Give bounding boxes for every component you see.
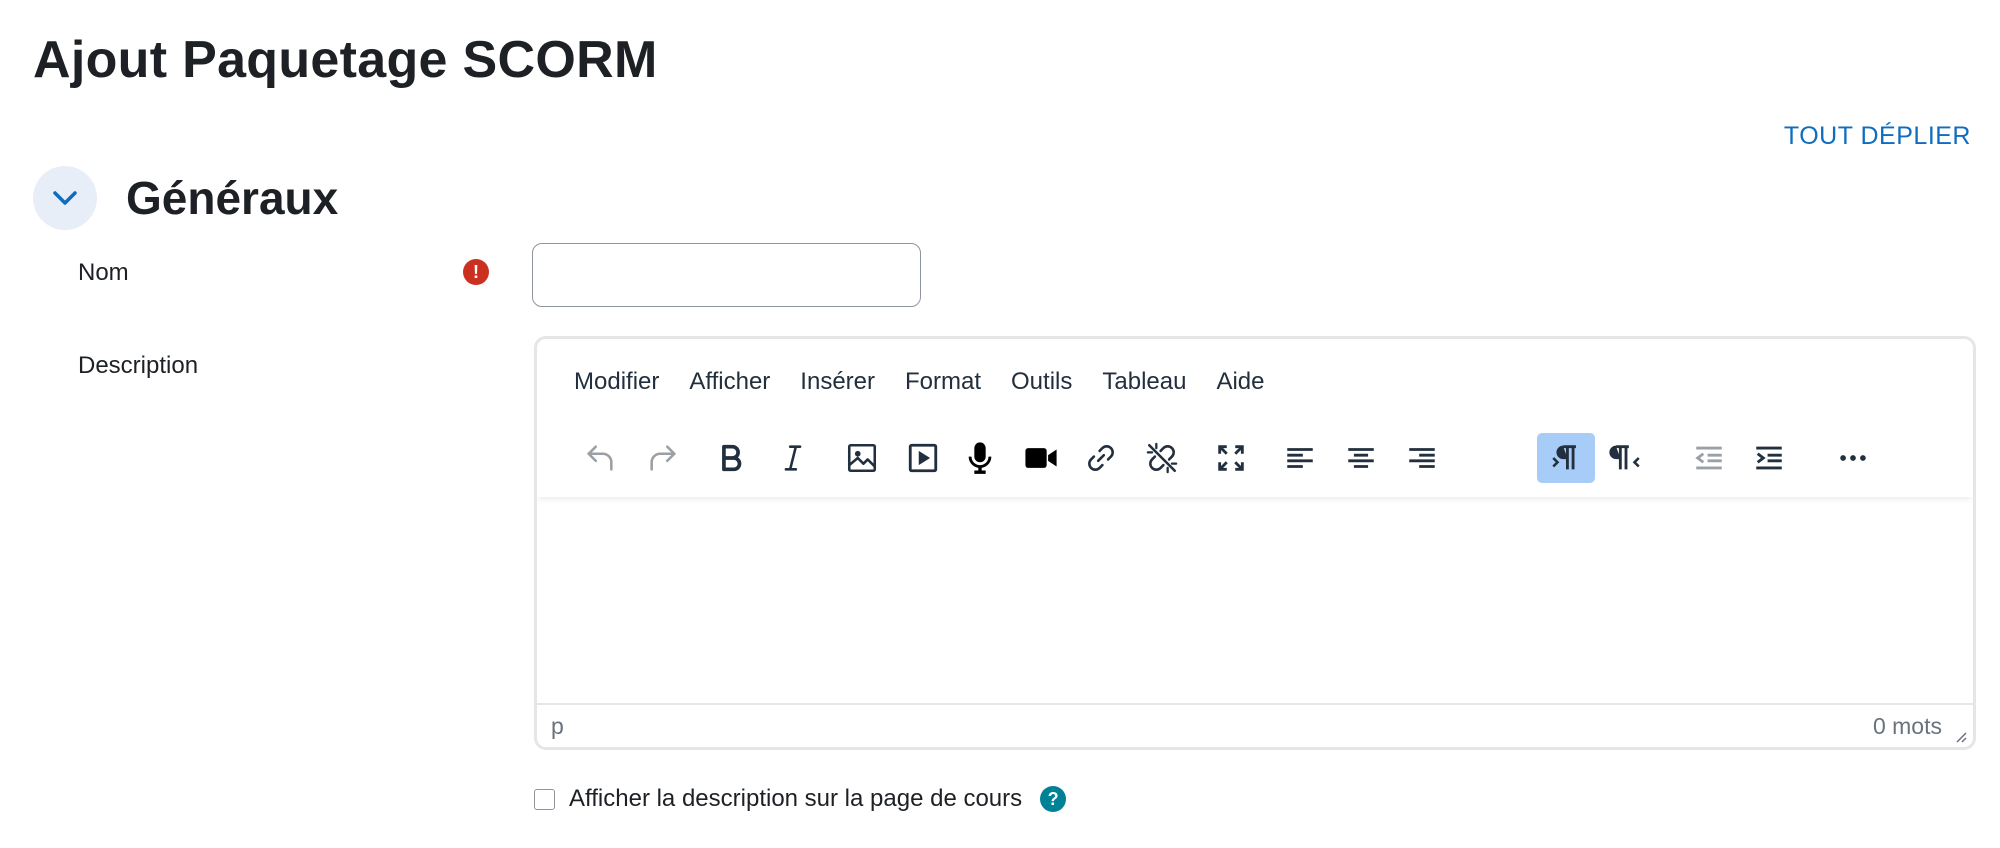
question-circle-icon[interactable]: ? — [1040, 786, 1067, 812]
more-icon — [1840, 455, 1866, 461]
align-center-icon — [1348, 448, 1374, 468]
element-path[interactable]: p — [551, 713, 564, 740]
link-icon — [1088, 445, 1114, 471]
italic-icon — [784, 445, 802, 471]
section-title: Généraux — [126, 172, 339, 224]
italic-button[interactable] — [764, 433, 822, 483]
undo-button[interactable] — [571, 433, 629, 483]
align-left-icon — [1287, 448, 1313, 468]
more-button[interactable] — [1824, 433, 1882, 483]
record-audio-button[interactable] — [951, 433, 1009, 483]
align-left-button[interactable] — [1271, 433, 1329, 483]
align-right-icon — [1409, 448, 1435, 468]
microphone-icon — [968, 442, 992, 474]
align-right-button[interactable] — [1393, 433, 1451, 483]
editor-content-area[interactable] — [537, 499, 1973, 707]
media-icon — [908, 443, 938, 473]
record-video-button[interactable] — [1012, 433, 1070, 483]
menu-afficher[interactable]: Afficher — [689, 368, 770, 396]
image-icon — [847, 443, 877, 473]
editor-statusbar: p 0 mots — [537, 703, 1973, 747]
unlink-button[interactable] — [1133, 433, 1191, 483]
ltr-icon — [1552, 445, 1576, 470]
fullscreen-button[interactable] — [1202, 433, 1260, 483]
chevron-down-icon — [53, 191, 77, 205]
menu-outils[interactable]: Outils — [1011, 368, 1072, 396]
menu-aide[interactable]: Aide — [1216, 368, 1264, 396]
show-description-row: Afficher la description sur la page de c… — [534, 785, 1067, 813]
section-collapse-button[interactable] — [33, 166, 97, 230]
indent-button[interactable] — [1740, 433, 1798, 483]
link-button[interactable] — [1072, 433, 1130, 483]
editor-toolbar — [537, 425, 1973, 497]
page-title: Ajout Paquetage SCORM — [33, 31, 658, 89]
resize-handle-icon[interactable] — [1951, 727, 1967, 743]
editor-menubar: Modifier Afficher Insérer Format Outils … — [537, 339, 1295, 425]
rtl-button[interactable] — [1597, 433, 1655, 483]
description-label: Description — [78, 352, 199, 379]
rtl-icon — [1609, 445, 1640, 470]
exclamation-circle-icon: ! — [463, 259, 489, 285]
undo-icon — [587, 445, 613, 471]
name-input[interactable] — [532, 243, 921, 307]
outdent-button[interactable] — [1680, 433, 1738, 483]
fullscreen-icon — [1218, 445, 1244, 471]
redo-icon — [650, 445, 676, 471]
menu-tableau[interactable]: Tableau — [1102, 368, 1186, 396]
align-center-button[interactable] — [1332, 433, 1390, 483]
ltr-button[interactable] — [1537, 433, 1595, 483]
bold-button[interactable] — [702, 433, 760, 483]
show-description-label[interactable]: Afficher la description sur la page de c… — [569, 785, 1022, 813]
media-button[interactable] — [894, 433, 952, 483]
name-label: Nom — [78, 259, 129, 286]
menu-inserer[interactable]: Insérer — [800, 368, 875, 396]
menu-modifier[interactable]: Modifier — [574, 368, 659, 396]
expand-all-link[interactable]: TOUT DÉPLIER — [1784, 122, 1971, 151]
show-description-checkbox[interactable] — [534, 788, 555, 810]
word-count: 0 mots — [1872, 713, 1942, 739]
menu-format[interactable]: Format — [905, 368, 981, 396]
redo-button[interactable] — [634, 433, 692, 483]
indent-icon — [1756, 446, 1782, 470]
outdent-icon — [1695, 446, 1722, 470]
bold-icon — [722, 444, 742, 472]
section-header: Généraux — [33, 166, 338, 230]
image-button[interactable] — [833, 433, 891, 483]
description-editor: Modifier Afficher Insérer Format Outils … — [534, 336, 1976, 750]
video-camera-icon — [1025, 448, 1057, 468]
unlink-icon — [1146, 442, 1178, 474]
